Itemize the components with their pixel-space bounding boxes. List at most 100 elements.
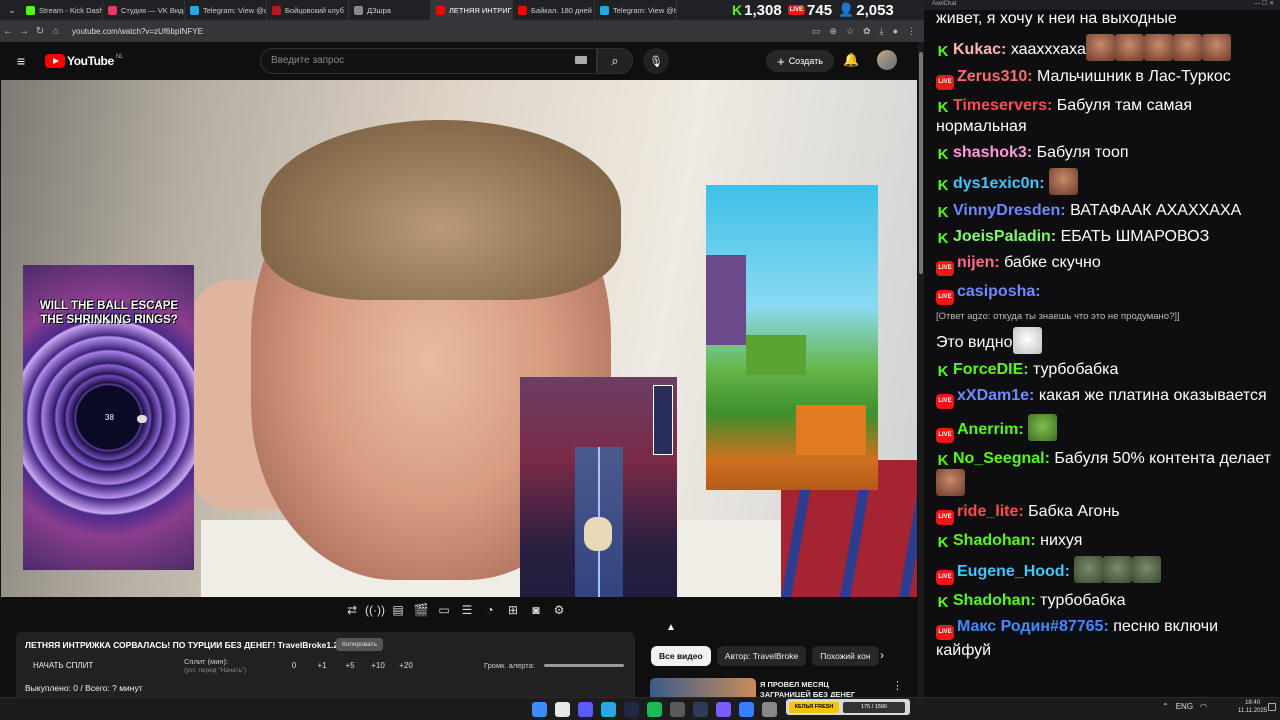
split-value-button[interactable]: +20 [392,661,420,670]
chevron-up-icon[interactable]: ⌃ [1162,702,1169,711]
tab-search-icon[interactable]: ⌄ [3,2,21,18]
taskbar-app-icon[interactable] [532,702,547,717]
chat-username[interactable]: Shadohan: [953,532,1036,549]
extension-icon[interactable]: ✿ [863,26,871,37]
chat-username[interactable]: casiposha: [957,283,1041,300]
browser-tab[interactable]: Бойцовский клуб [267,0,349,20]
url-field[interactable]: youtube.com/watch?v=zUf6bpINFYE [72,27,812,36]
split-value-button[interactable]: +5 [336,661,364,670]
lang-indicator[interactable]: ENG [1176,702,1193,711]
filter-chip[interactable]: Похожий кон [812,646,879,666]
taskbar-app-icon[interactable] [670,702,685,717]
chat-username[interactable]: Kukac: [953,41,1006,58]
loop-icon[interactable]: ⇄ [344,602,360,618]
more-options-icon[interactable]: ⋮ [892,679,903,692]
taskbar-app-icon[interactable] [716,702,731,717]
notification-icon[interactable] [1268,703,1276,711]
bookmark-star-icon[interactable]: ☆ [846,26,854,37]
clapper-icon[interactable]: 🎬 [413,602,429,618]
split-value-button[interactable]: +1 [308,661,336,670]
chat-username[interactable]: Timeservers: [953,97,1052,114]
chapters-icon[interactable]: ☰ [459,602,475,618]
split-value-button[interactable]: +10 [364,661,392,670]
copy-badge-button[interactable]: Копировать [336,638,383,651]
screenshot-camera-icon[interactable]: ◙ [528,602,544,618]
search-button[interactable]: ⌕ [597,48,633,74]
home-icon[interactable]: ⌂ [48,26,64,37]
zoom-icon[interactable]: ⊕ [829,26,837,37]
menu-dots-icon[interactable]: ⋮ [907,26,916,37]
broadcast-icon[interactable]: ((·)) [365,602,385,618]
browser-tab[interactable]: Студия — VK Видео [103,0,185,20]
browser-tab[interactable]: ЛЕТНЯЯ ИНТРИГ [431,0,513,20]
profile-icon[interactable]: ● [893,26,898,37]
alert-volume-slider[interactable] [544,664,624,667]
filter-chip[interactable]: Автор: TravelBroke [716,646,807,666]
voice-search-button[interactable]: 🎙 [643,48,669,74]
video-player[interactable]: WILL THE BALL ESCAPE THE SHRINKING RINGS… [1,80,917,597]
browser-tab[interactable]: Telegram: View @tr [595,0,677,20]
chat-text: Бабуля тооп [1036,144,1129,161]
create-button[interactable]: + Создать [766,50,834,72]
taskbar-widget[interactable]: КЕЛЬЯ FRESH 175 / 1590 [786,699,910,715]
chat-username[interactable]: No_Seegnal: [953,450,1050,467]
split-value-button[interactable]: 0 [280,661,308,670]
recommendation-thumbnail[interactable] [650,678,756,697]
cast-icon[interactable]: ▭ [812,26,821,37]
taskbar-app-icon[interactable] [578,702,593,717]
taskbar-app-icon[interactable] [624,702,639,717]
chat-username[interactable]: shashok3: [953,144,1032,161]
taskbar-app-icon[interactable] [762,702,777,717]
chat-text: турбобабка [1040,592,1126,609]
chat-text: какая же платина оказывается [1038,387,1267,404]
chat-username[interactable]: Anerrim: [957,421,1024,438]
chat-message: Kdys1exic0n: [936,168,1272,195]
download-icon[interactable]: ⤓ [880,26,884,37]
taskbar-app-icon[interactable] [555,702,570,717]
chat-username[interactable]: dys1exic0n: [953,175,1045,192]
search-input[interactable]: Введите запрос [260,48,597,74]
browser-tab[interactable]: Stream - Kick Dashb [21,0,103,20]
clock[interactable]: 18:40 11.11.2025 [1238,699,1267,715]
chat-text: [Ответ agzo: откуда ты знаешь что это не… [936,311,1180,322]
tab-favicon-icon [518,5,527,15]
chat-username[interactable]: ride_lite: [957,503,1024,520]
subtitles-icon[interactable]: ▤ [390,602,406,618]
window-controls[interactable]: — ☐ ✕ [1254,0,1274,7]
theater-mode-icon[interactable]: ▭ [436,602,452,618]
chat-username[interactable]: JoeisPaladin: [953,228,1056,245]
chevron-right-icon[interactable]: › [880,648,884,662]
filter-chip[interactable]: Все видео [651,646,711,666]
back-icon[interactable]: ← [0,26,16,37]
live-viewer-stat: LIVE 745 [787,1,833,19]
chat-username[interactable]: VinnyDresden: [953,202,1066,219]
scrollbar-thumb[interactable] [919,52,923,274]
chat-username[interactable]: Макс Родин#87765: [957,618,1109,635]
chat-username[interactable]: Zerus310: [957,68,1033,85]
taskbar-app-icon[interactable] [693,702,708,717]
chat-username[interactable]: ForceDIE: [953,361,1029,378]
keyboard-icon[interactable] [575,56,587,64]
taskbar-app-icon[interactable] [601,702,616,717]
browser-tab[interactable]: Байкал. 180 дней [513,0,595,20]
hamburger-menu-icon[interactable]: ≡ [17,53,31,69]
wifi-icon[interactable]: ◠ [1200,702,1207,711]
chat-username[interactable]: xXDam1e: [957,387,1034,404]
chat-message: K Timeservers: Бабуля там самая нормальна… [936,95,1272,137]
taskbar-app-icon[interactable] [647,702,662,717]
add-to-queue-icon[interactable]: ⊞ [505,602,521,618]
speedometer-icon[interactable]: ◔ [482,602,498,618]
forward-icon[interactable]: → [16,26,32,37]
avatar[interactable] [877,50,897,70]
youtube-logo[interactable]: YouTube NL [45,54,123,68]
chat-username[interactable]: nijen: [957,254,1000,271]
taskbar-app-icon[interactable] [739,702,754,717]
browser-tab[interactable]: ДЗшра [349,0,431,20]
chat-username[interactable]: Eugene_Hood: [957,563,1070,580]
settings-gear-icon[interactable]: ⚙ [551,602,567,618]
chat-username[interactable]: Shadohan: [953,592,1036,609]
reload-icon[interactable]: ↻ [32,26,48,37]
browser-tab[interactable]: Telegram: View @dz [185,0,267,20]
notifications-bell-icon[interactable]: 🔔 [843,52,859,68]
start-split-button[interactable]: НАЧАТЬ СПЛИТ [33,661,93,670]
